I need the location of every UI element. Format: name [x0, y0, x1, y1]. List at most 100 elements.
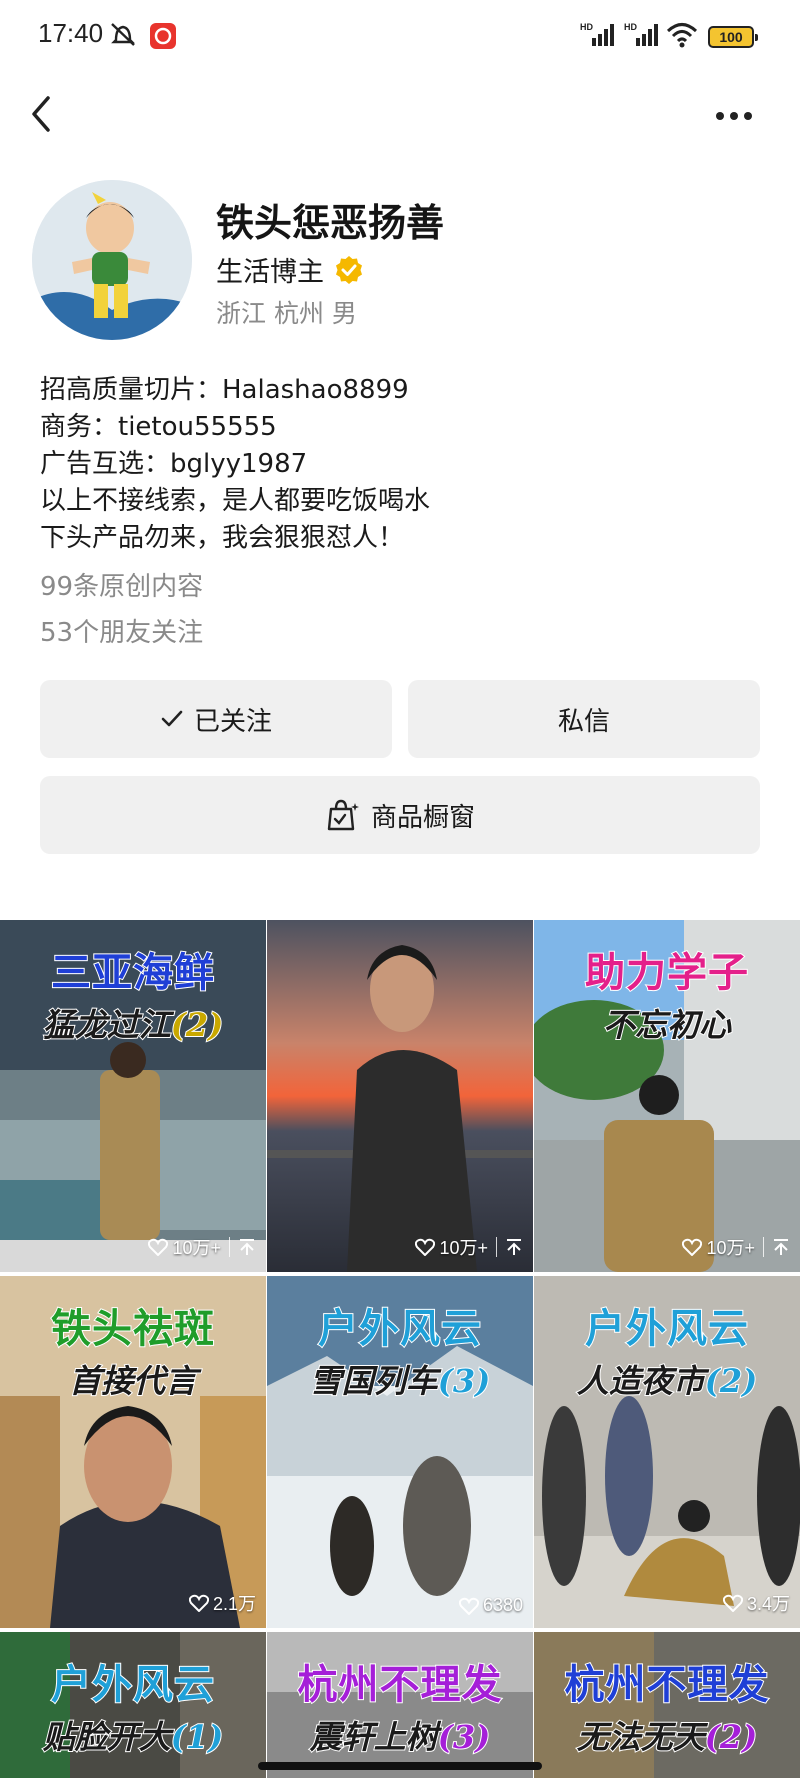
video-title: 助力学子	[584, 949, 749, 997]
status-bar: 17:40 HD HD 100	[0, 0, 800, 72]
heart-icon	[415, 1238, 436, 1256]
video-title: 铁头祛斑	[50, 1305, 215, 1353]
status-time: 17:40	[38, 18, 104, 48]
profile-bio: 招高质量切片：Halashao8899 商务：tietou55555 广告互选：…	[40, 372, 760, 557]
signal-icon	[622, 20, 662, 48]
video-title: 杭州不理发	[297, 1661, 503, 1709]
video-subtitle-text: 人造夜市	[576, 1361, 706, 1401]
bio-line: 下头产品勿来，我会狠狠怼人！	[40, 523, 405, 553]
video-likes: 3.4万	[746, 1594, 790, 1614]
app-badge-icon	[150, 23, 176, 49]
divider	[763, 1237, 764, 1257]
video-episode: (1)	[170, 1717, 225, 1757]
video-tile[interactable]: 三亚海鲜 猛龙过江(2) 10万+	[0, 920, 266, 1272]
video-tile[interactable]: 杭州不理发 震轩上树(3)	[267, 1632, 533, 1778]
check-icon	[161, 710, 183, 727]
shop-window-button[interactable]: 商品橱窗	[40, 776, 760, 854]
video-subtitle-text: 贴脸开大	[42, 1717, 172, 1757]
bio-line: 广告互选：bglyy1987	[40, 449, 308, 479]
video-thumbnail	[267, 920, 533, 1272]
battery-level: 100	[719, 29, 743, 45]
pin-top-icon	[774, 1239, 788, 1255]
video-title: 户外风云	[584, 1305, 749, 1353]
divider	[496, 1237, 497, 1257]
video-stats: 3.4万	[722, 1590, 790, 1616]
video-episode: (2)	[170, 1005, 225, 1045]
video-tile[interactable]: 户外风云 贴脸开大(1)	[0, 1632, 266, 1778]
video-subtitle-text: 震轩上树	[309, 1717, 439, 1757]
avatar[interactable]	[32, 180, 192, 340]
video-subtitle: 震轩上树(3)	[267, 1712, 533, 1758]
video-subtitle: 贴脸开大(1)	[0, 1712, 266, 1758]
wifi-icon	[665, 20, 699, 48]
message-button[interactable]: 私信	[408, 680, 760, 758]
friends-count[interactable]: 53个朋友关注	[40, 612, 203, 649]
more-button[interactable]	[712, 96, 756, 136]
video-tile[interactable]: 户外风云 人造夜市(2) 3.4万	[534, 1276, 800, 1628]
video-stats: 2.1万	[188, 1590, 256, 1616]
video-title: 三亚海鲜	[50, 949, 215, 997]
video-subtitle-text: 猛龙过江	[42, 1005, 172, 1045]
pin-top-icon	[240, 1239, 254, 1255]
video-tile[interactable]: 杭州不理发 无法无天(2)	[534, 1632, 800, 1778]
video-tile[interactable]: 铁头祛斑 首接代言 2.1万	[0, 1276, 266, 1628]
message-button-label: 私信	[557, 706, 610, 737]
video-stats: 6380	[458, 1595, 523, 1616]
video-subtitle-text: 不忘初心	[602, 1005, 732, 1045]
video-subtitle-text: 雪国列车	[309, 1361, 439, 1401]
home-indicator[interactable]	[258, 1762, 542, 1770]
video-grid: 三亚海鲜 猛龙过江(2) 10万+ 10万+ 助力学子 不忘初心 10万+ 铁头…	[0, 920, 800, 1778]
heart-icon	[682, 1238, 703, 1256]
video-episode: (3)	[437, 1361, 492, 1401]
video-episode: (2)	[704, 1717, 759, 1757]
bio-line: 招高质量切片：Halashao8899	[40, 375, 409, 405]
bio-line: 以上不接线索，是人都要吃饭喝水	[40, 486, 431, 516]
pin-top-icon	[507, 1239, 521, 1255]
video-subtitle: 首接代言	[0, 1356, 266, 1402]
back-button[interactable]	[24, 92, 64, 136]
chevron-left-icon	[32, 96, 50, 132]
video-tile[interactable]: 10万+	[267, 920, 533, 1272]
verified-icon	[336, 255, 362, 284]
follow-button-label: 已关注	[193, 706, 272, 737]
divider	[229, 1237, 230, 1257]
video-tile[interactable]: 助力学子 不忘初心 10万+	[534, 920, 800, 1272]
battery-icon: 100	[708, 26, 758, 48]
works-count[interactable]: 99条原创内容	[40, 566, 203, 603]
video-likes: 2.1万	[212, 1594, 256, 1614]
shop-window-label: 商品橱窗	[370, 802, 475, 833]
video-subtitle: 人造夜市(2)	[534, 1356, 800, 1402]
video-title: 户外风云	[50, 1661, 215, 1709]
video-subtitle: 雪国列车(3)	[267, 1356, 533, 1402]
profile-location: 浙江 杭州 男	[216, 299, 357, 328]
signal-icon	[578, 20, 618, 48]
shopping-bag-icon	[327, 799, 359, 831]
follow-button[interactable]: 已关注	[40, 680, 392, 758]
video-likes: 10万+	[439, 1238, 488, 1258]
video-likes: 10万+	[172, 1238, 221, 1258]
video-stats: 10万+	[682, 1234, 790, 1260]
video-subtitle: 不忘初心	[534, 1000, 800, 1046]
heart-icon	[458, 1597, 479, 1615]
more-horizontal-icon	[716, 112, 752, 120]
video-episode: (3)	[437, 1717, 492, 1757]
heart-icon	[722, 1594, 743, 1612]
heart-icon	[148, 1238, 169, 1256]
video-episode: (2)	[704, 1361, 759, 1401]
video-likes: 10万+	[706, 1238, 755, 1258]
video-title: 户外风云	[317, 1305, 482, 1353]
video-tile[interactable]: 户外风云 雪国列车(3) 6380	[267, 1276, 533, 1628]
heart-icon	[188, 1594, 209, 1612]
video-title: 杭州不理发	[564, 1661, 770, 1709]
video-stats: 10万+	[148, 1234, 256, 1260]
profile-name: 铁头惩恶扬善	[216, 201, 445, 245]
video-stats: 10万+	[415, 1234, 523, 1260]
video-subtitle: 猛龙过江(2)	[0, 1000, 266, 1046]
bio-line: 商务：tietou55555	[40, 412, 277, 442]
profile-role-label: 生活博主	[216, 257, 324, 288]
video-subtitle-text: 无法无天	[576, 1717, 706, 1757]
video-subtitle-text: 首接代言	[68, 1361, 198, 1401]
profile-role: 生活博主	[216, 250, 364, 289]
bell-muted-icon	[108, 20, 138, 48]
video-likes: 6380	[482, 1595, 523, 1615]
